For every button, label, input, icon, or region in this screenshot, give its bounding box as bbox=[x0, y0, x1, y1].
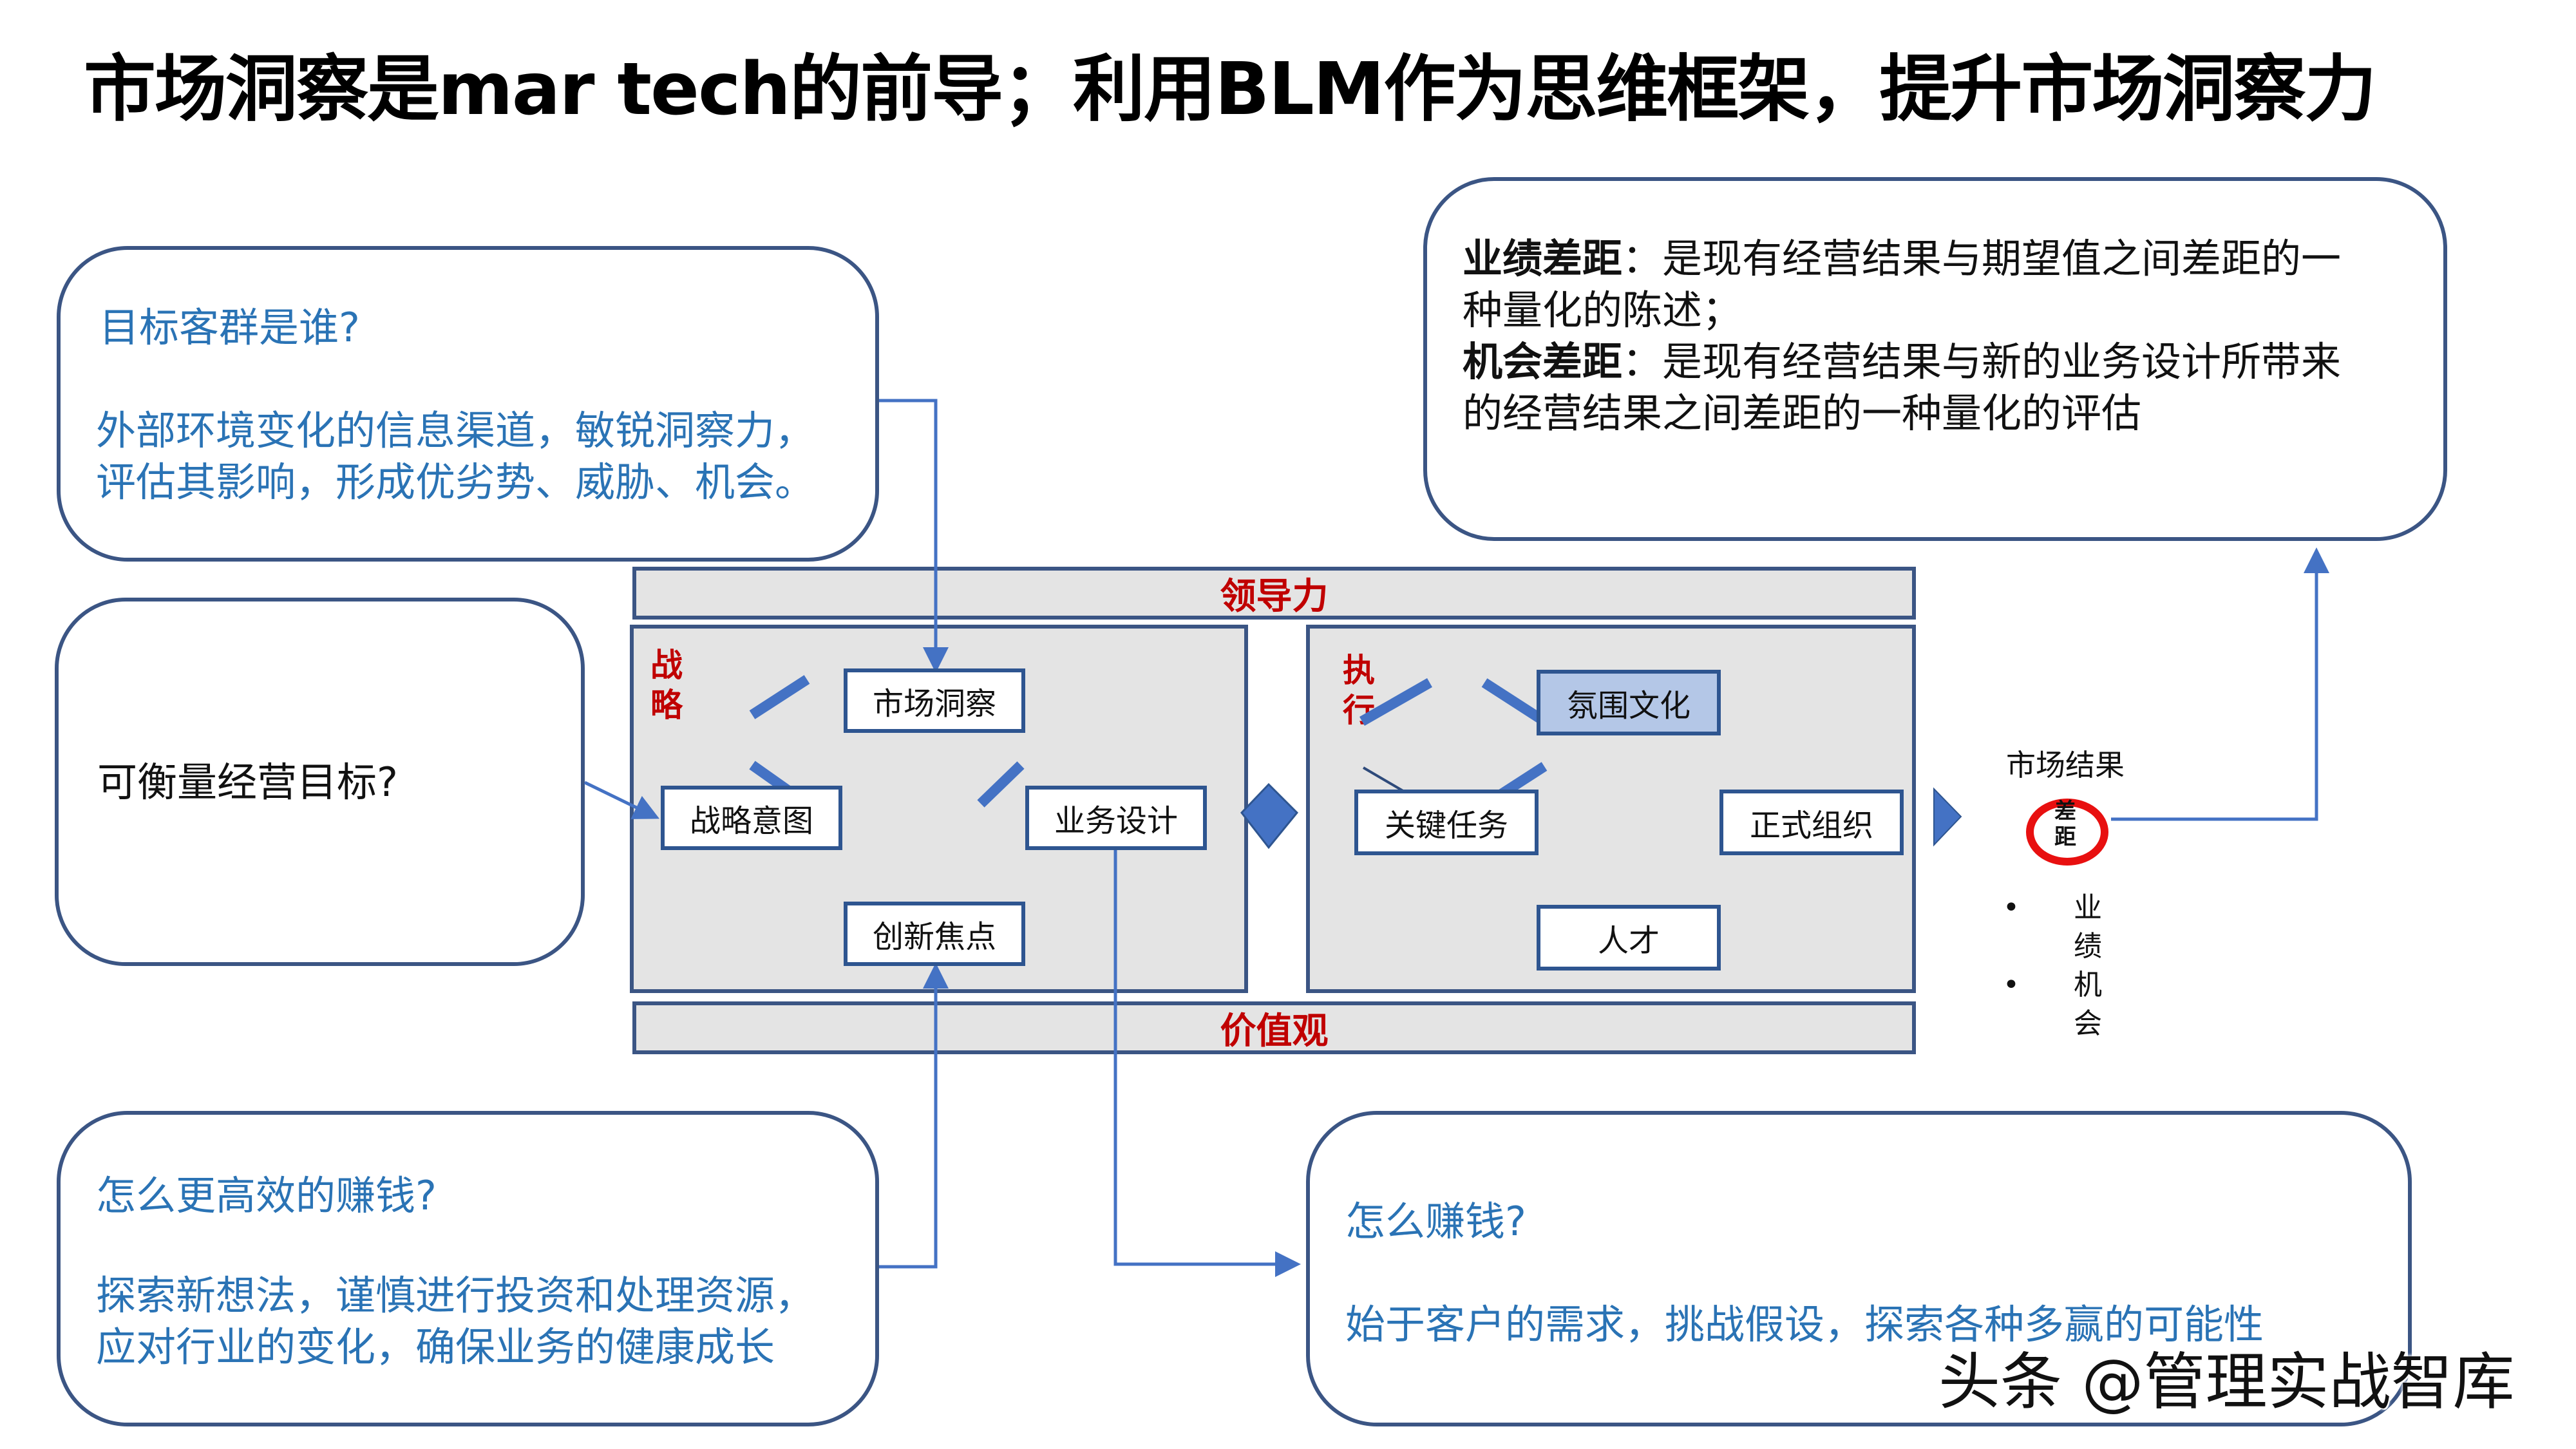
target-customers-question: 目标客群是谁? bbox=[99, 304, 360, 351]
opportunity-gap-line-1: 机会差距：是现有经营结果与新的业务设计所带来 bbox=[1463, 336, 2341, 388]
opportunity-gap-text-1: ：是现有经营结果与新的业务设计所带来 bbox=[1622, 338, 2342, 385]
efficient-profit-question: 怎么更高效的赚钱? bbox=[96, 1172, 437, 1219]
efficient-profit-line-2: 应对行业的变化，确保业务的健康成长 bbox=[96, 1323, 775, 1370]
performance-gap-text-2: 种量化的陈述； bbox=[1463, 287, 1743, 334]
execution-label: 执 行 bbox=[1343, 650, 1381, 730]
target-customers-box: 目标客群是谁? 外部环境变化的信息渠道，敏锐洞察力， 评估其影响，形成优劣势、威… bbox=[57, 246, 879, 562]
gap-char-1: 差 bbox=[2054, 799, 2076, 824]
triangle-arrow-icon bbox=[1933, 787, 1962, 847]
gap-char-2: 距 bbox=[2054, 824, 2076, 850]
gap-bullet-list: • 业 绩 • 机 会 bbox=[2003, 889, 2102, 1043]
target-customers-line-1: 外部环境变化的信息渠道，敏锐洞察力， bbox=[96, 407, 815, 454]
strategy-label-char-2: 略 bbox=[650, 687, 683, 724]
execution-label-char-1: 执 bbox=[1343, 652, 1375, 689]
node-talent: 人才 bbox=[1537, 905, 1721, 971]
how-profit-question: 怎么赚钱? bbox=[1345, 1198, 1526, 1245]
page-title: 市场洞察是mar tech的前导；利用BLM作为思维框架，提升市场洞察力 bbox=[84, 48, 2376, 131]
bullet-performance-char-1: 业 bbox=[2074, 891, 2102, 924]
leadership-label: 领导力 bbox=[1220, 575, 1329, 618]
node-business-design: 业务设计 bbox=[1025, 786, 1207, 850]
node-innovation-focus: 创新焦点 bbox=[844, 902, 1025, 966]
target-customers-line-2: 评估其影响，形成优劣势、威胁、机会。 bbox=[96, 459, 815, 506]
efficient-profit-line-1: 探索新想法，谨慎进行投资和处理资源， bbox=[96, 1272, 815, 1319]
gap-definition-box: 业绩差距：是现有经营结果与期望值之间差距的一 种量化的陈述； 机会差距：是现有经… bbox=[1423, 177, 2447, 541]
bullet-dot-icon: • bbox=[2003, 891, 2020, 924]
measurable-goal-question: 可衡量经营目标? bbox=[97, 759, 398, 806]
watermark: 头条 @管理实战智库 bbox=[1938, 1346, 2515, 1418]
node-market-insight: 市场洞察 bbox=[844, 668, 1025, 733]
market-result-label: 市场结果 bbox=[2006, 748, 2125, 782]
node-strategic-intent: 战略意图 bbox=[661, 786, 842, 850]
gap-bullet-performance: • 业 绩 bbox=[2003, 889, 2102, 966]
bullet-performance-char-2: 绩 bbox=[2074, 930, 2102, 963]
bullet-dot-icon: • bbox=[2003, 969, 2020, 1001]
node-critical-tasks: 关键任务 bbox=[1354, 790, 1539, 855]
gap-label: 差 距 bbox=[2054, 799, 2080, 850]
opportunity-gap-label: 机会差距 bbox=[1463, 338, 1623, 385]
efficient-profit-box: 怎么更高效的赚钱? 探索新想法，谨慎进行投资和处理资源， 应对行业的变化，确保业… bbox=[57, 1111, 879, 1426]
gap-bullet-opportunity: • 机 会 bbox=[2003, 966, 2102, 1043]
strategy-label: 战 略 bbox=[650, 645, 689, 725]
performance-gap-text-1: ：是现有经营结果与期望值之间差距的一 bbox=[1622, 235, 2342, 282]
arrow-gap-to-definition bbox=[2111, 547, 2329, 821]
performance-gap-line-1: 业绩差距：是现有经营结果与期望值之间差距的一 bbox=[1463, 232, 2341, 285]
values-bar: 价值观 bbox=[632, 1001, 1916, 1054]
measurable-goal-box: 可衡量经营目标? bbox=[55, 598, 585, 966]
leadership-bar: 领导力 bbox=[632, 567, 1916, 620]
performance-gap-label: 业绩差距 bbox=[1463, 235, 1623, 282]
execution-label-char-2: 行 bbox=[1343, 692, 1375, 729]
bullet-opportunity-char-1: 机 bbox=[2074, 969, 2102, 1001]
diamond-connector-icon bbox=[1240, 782, 1299, 849]
node-formal-org: 正式组织 bbox=[1719, 790, 1904, 855]
strategy-label-char-1: 战 bbox=[650, 647, 683, 684]
opportunity-gap-text-2: 的经营结果之间差距的一种量化的评估 bbox=[1463, 390, 2142, 437]
node-climate-culture: 氛围文化 bbox=[1537, 670, 1721, 735]
bullet-opportunity-char-2: 会 bbox=[2074, 1007, 2102, 1040]
values-label: 价值观 bbox=[1220, 1010, 1329, 1052]
